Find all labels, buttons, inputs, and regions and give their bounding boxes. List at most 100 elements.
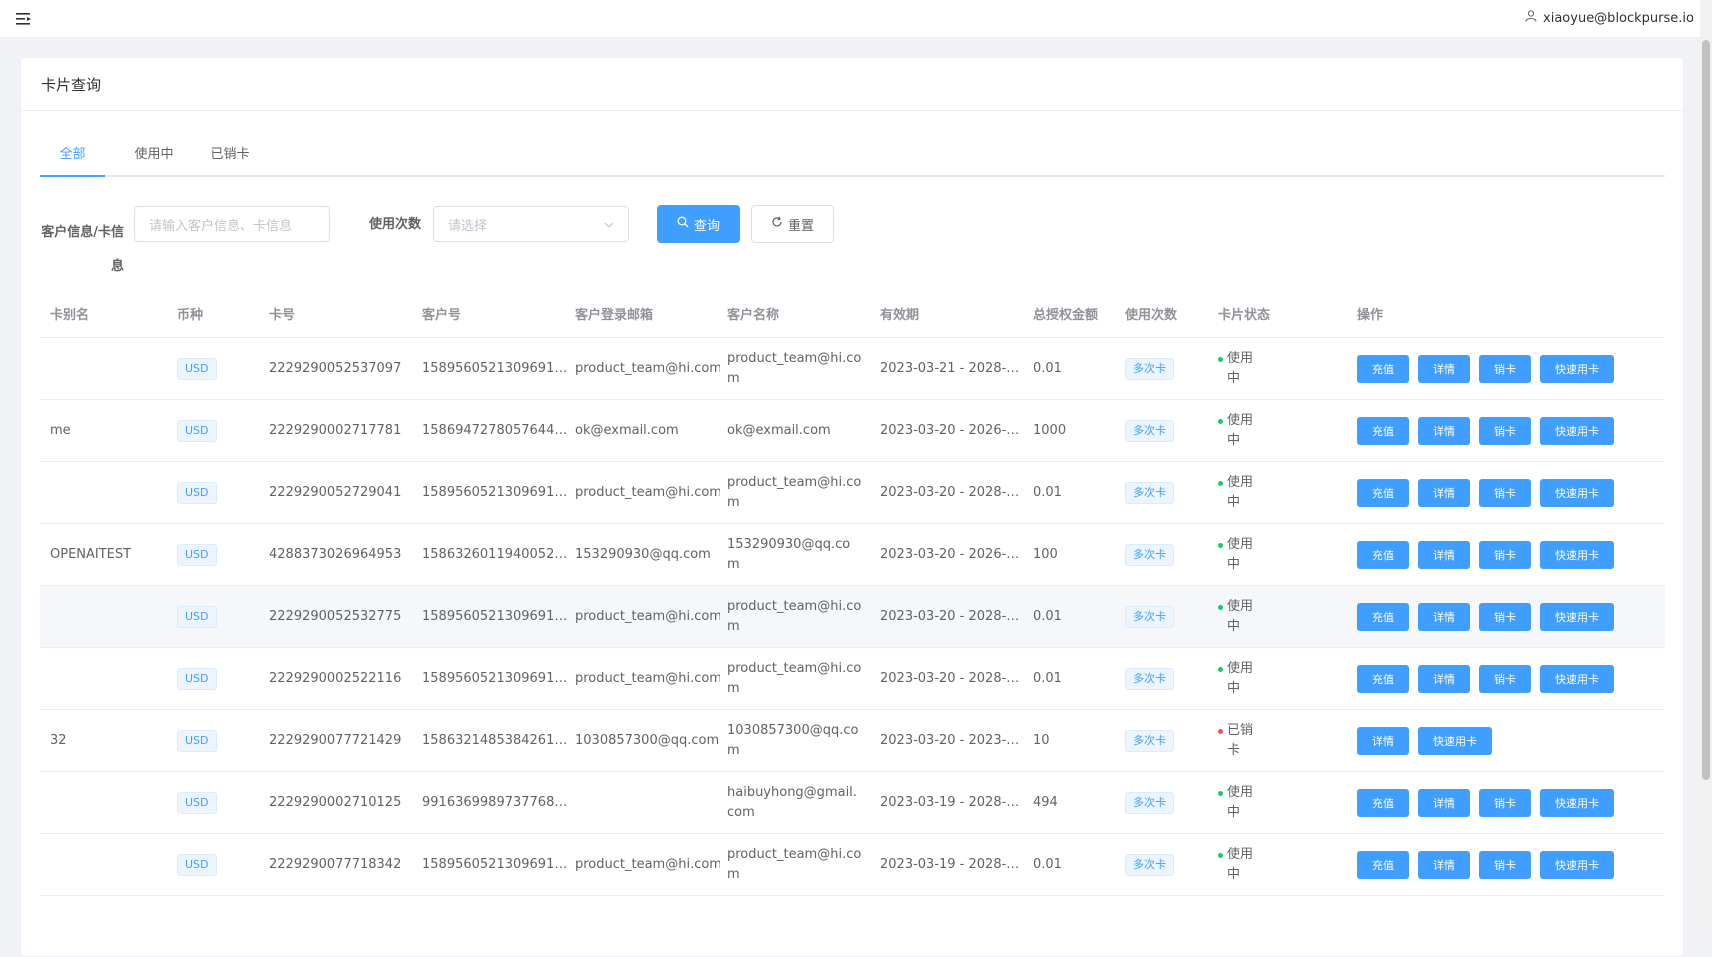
table-row[interactable]: 2229290002710125 9916369989737768… 2023-03… [40,772,1665,834]
cell-card-alias: me [50,423,71,438]
detail-button[interactable]: 详情 [1418,354,1470,383]
cell-customer-name: product_team@hi.com [727,474,862,510]
cell-card-alias [50,834,170,895]
usage-count-tag: 多次卡 [1125,419,1174,442]
cancel-card-button[interactable]: 销卡 [1479,540,1531,569]
cell-customer-number: 1589560521309691… [422,361,567,376]
cancel-card-button[interactable]: 销卡 [1479,354,1531,383]
usage-count-tag: 多次卡 [1125,729,1174,752]
detail-button[interactable]: 详情 [1418,602,1470,631]
quick-use-button[interactable]: 快速用卡 [1418,726,1492,755]
tab-in-use[interactable]: 使用中 [119,135,189,175]
usage-count-select[interactable]: 请选择 [433,206,629,242]
cancel-card-button[interactable]: 销卡 [1479,416,1531,445]
cell-customer-name: haibuyhong@gmail.com [727,784,857,820]
page-scrollbar[interactable] [1700,0,1712,933]
cell-validity: 2023-03-20 - 2028-… [880,671,1020,686]
row-actions: 充值 详情 销卡 快速用卡 [1357,586,1662,647]
user-email: xiaoyue@blockpurse.io [1543,10,1694,26]
cancel-card-button[interactable]: 销卡 [1479,602,1531,631]
cancel-card-button[interactable]: 销卡 [1479,850,1531,879]
row-actions: 详情 快速用卡 [1357,710,1662,771]
table-row[interactable]: 2229290052729041 1589560521309691… product… [40,462,1665,524]
col-card-status: 卡片状态 [1218,308,1271,323]
cell-card-alias: 32 [50,733,67,748]
cancel-card-button[interactable]: 销卡 [1479,664,1531,693]
cell-card-alias [50,586,170,647]
usage-count-tag: 多次卡 [1125,791,1174,814]
detail-button[interactable]: 详情 [1418,788,1470,817]
detail-button[interactable]: 详情 [1357,726,1409,755]
detail-button[interactable]: 详情 [1418,664,1470,693]
row-actions: 充值 详情 销卡 快速用卡 [1357,524,1662,585]
reset-button[interactable]: 重置 [751,205,834,243]
cell-login-email: product_team@hi.com [575,485,720,500]
usage-count-tag: 多次卡 [1125,605,1174,628]
cell-customer-number: 1589560521309691… [422,671,567,686]
quick-use-button[interactable]: 快速用卡 [1540,354,1614,383]
recharge-button[interactable]: 充值 [1357,788,1409,817]
cell-customer-number: 1586321485384261… [422,733,567,748]
quick-use-button[interactable]: 快速用卡 [1540,788,1614,817]
table-row[interactable]: 2229290052537097 1589560521309691… product… [40,338,1665,400]
cell-login-email: product_team@hi.com [575,857,720,872]
card-query-panel: 卡片查询 全部 使用中 已销卡 客户信息/卡信息 请输入客户信息、卡信息 使用次… [20,57,1684,957]
menu-toggle-icon[interactable] [16,11,32,30]
cell-total-amount: 100 [1033,547,1058,562]
recharge-button[interactable]: 充值 [1357,850,1409,879]
active-tab-indicator [40,175,105,177]
cell-total-amount: 0.01 [1033,361,1062,376]
tab-cancelled[interactable]: 已销卡 [200,135,260,175]
detail-button[interactable]: 详情 [1418,478,1470,507]
search-button[interactable]: 查询 [657,205,740,243]
table-row[interactable]: 2229290052532775 1589560521309691… product… [40,586,1665,648]
recharge-button[interactable]: 充值 [1357,664,1409,693]
top-bar: xiaoyue@blockpurse.io [0,0,1712,38]
recharge-button[interactable]: 充值 [1357,602,1409,631]
quick-use-button[interactable]: 快速用卡 [1540,540,1614,569]
usage-select-placeholder: 请选择 [448,218,488,234]
table-row[interactable]: OPENAITEST 4288373026964953 15863260119400… [40,524,1665,586]
detail-button[interactable]: 详情 [1418,850,1470,879]
currency-tag: USD [177,543,217,566]
quick-use-button[interactable]: 快速用卡 [1540,416,1614,445]
detail-button[interactable]: 详情 [1418,416,1470,445]
status-dot [1218,542,1223,548]
usage-count-label: 使用次数 [369,217,422,232]
scrollbar-thumb[interactable] [1702,40,1710,780]
table-row[interactable]: 32 2229290077721429 1586321485384261… 10308… [40,710,1665,772]
col-login-email: 客户登录邮箱 [575,308,654,323]
recharge-button[interactable]: 充值 [1357,354,1409,383]
cell-customer-name: product_team@hi.com [727,846,862,882]
cell-card-alias [50,338,170,399]
table-body: 2229290052537097 1589560521309691… product… [40,338,1665,896]
recharge-button[interactable]: 充值 [1357,416,1409,445]
cell-customer-number: 1589560521309691… [422,485,567,500]
detail-button[interactable]: 详情 [1418,540,1470,569]
quick-use-button[interactable]: 快速用卡 [1540,664,1614,693]
cell-validity: 2023-03-19 - 2028-… [880,795,1020,810]
table-row[interactable]: me 2229290002717781 1586947278057644… ok@ex… [40,400,1665,462]
quick-use-button[interactable]: 快速用卡 [1540,478,1614,507]
cards-table: 卡别名 币种 卡号 客户号 客户登录邮箱 客户名称 有效期 总授权金额 使用次数… [40,295,1665,896]
row-actions: 充值 详情 销卡 快速用卡 [1357,462,1662,523]
quick-use-button[interactable]: 快速用卡 [1540,602,1614,631]
cell-validity: 2023-03-20 - 2023-… [880,733,1020,748]
status-tabs: 全部 使用中 已销卡 [40,135,1665,177]
table-row[interactable]: 2229290077718342 1589560521309691… product… [40,834,1665,896]
quick-use-button[interactable]: 快速用卡 [1540,850,1614,879]
search-icon [677,216,689,232]
cell-customer-name: product_team@hi.com [727,350,862,386]
cancel-card-button[interactable]: 销卡 [1479,788,1531,817]
col-currency: 币种 [177,308,204,323]
customer-info-input[interactable]: 请输入客户信息、卡信息 [134,206,330,242]
tab-all[interactable]: 全部 [40,135,105,175]
user-menu[interactable]: xiaoyue@blockpurse.io [1525,10,1694,26]
cancel-card-button[interactable]: 销卡 [1479,478,1531,507]
recharge-button[interactable]: 充值 [1357,540,1409,569]
recharge-button[interactable]: 充值 [1357,478,1409,507]
cell-total-amount: 0.01 [1033,857,1062,872]
usage-count-tag: 多次卡 [1125,543,1174,566]
table-row[interactable]: 2229290002522116 1589560521309691… product… [40,648,1665,710]
usage-count-tag: 多次卡 [1125,853,1174,876]
